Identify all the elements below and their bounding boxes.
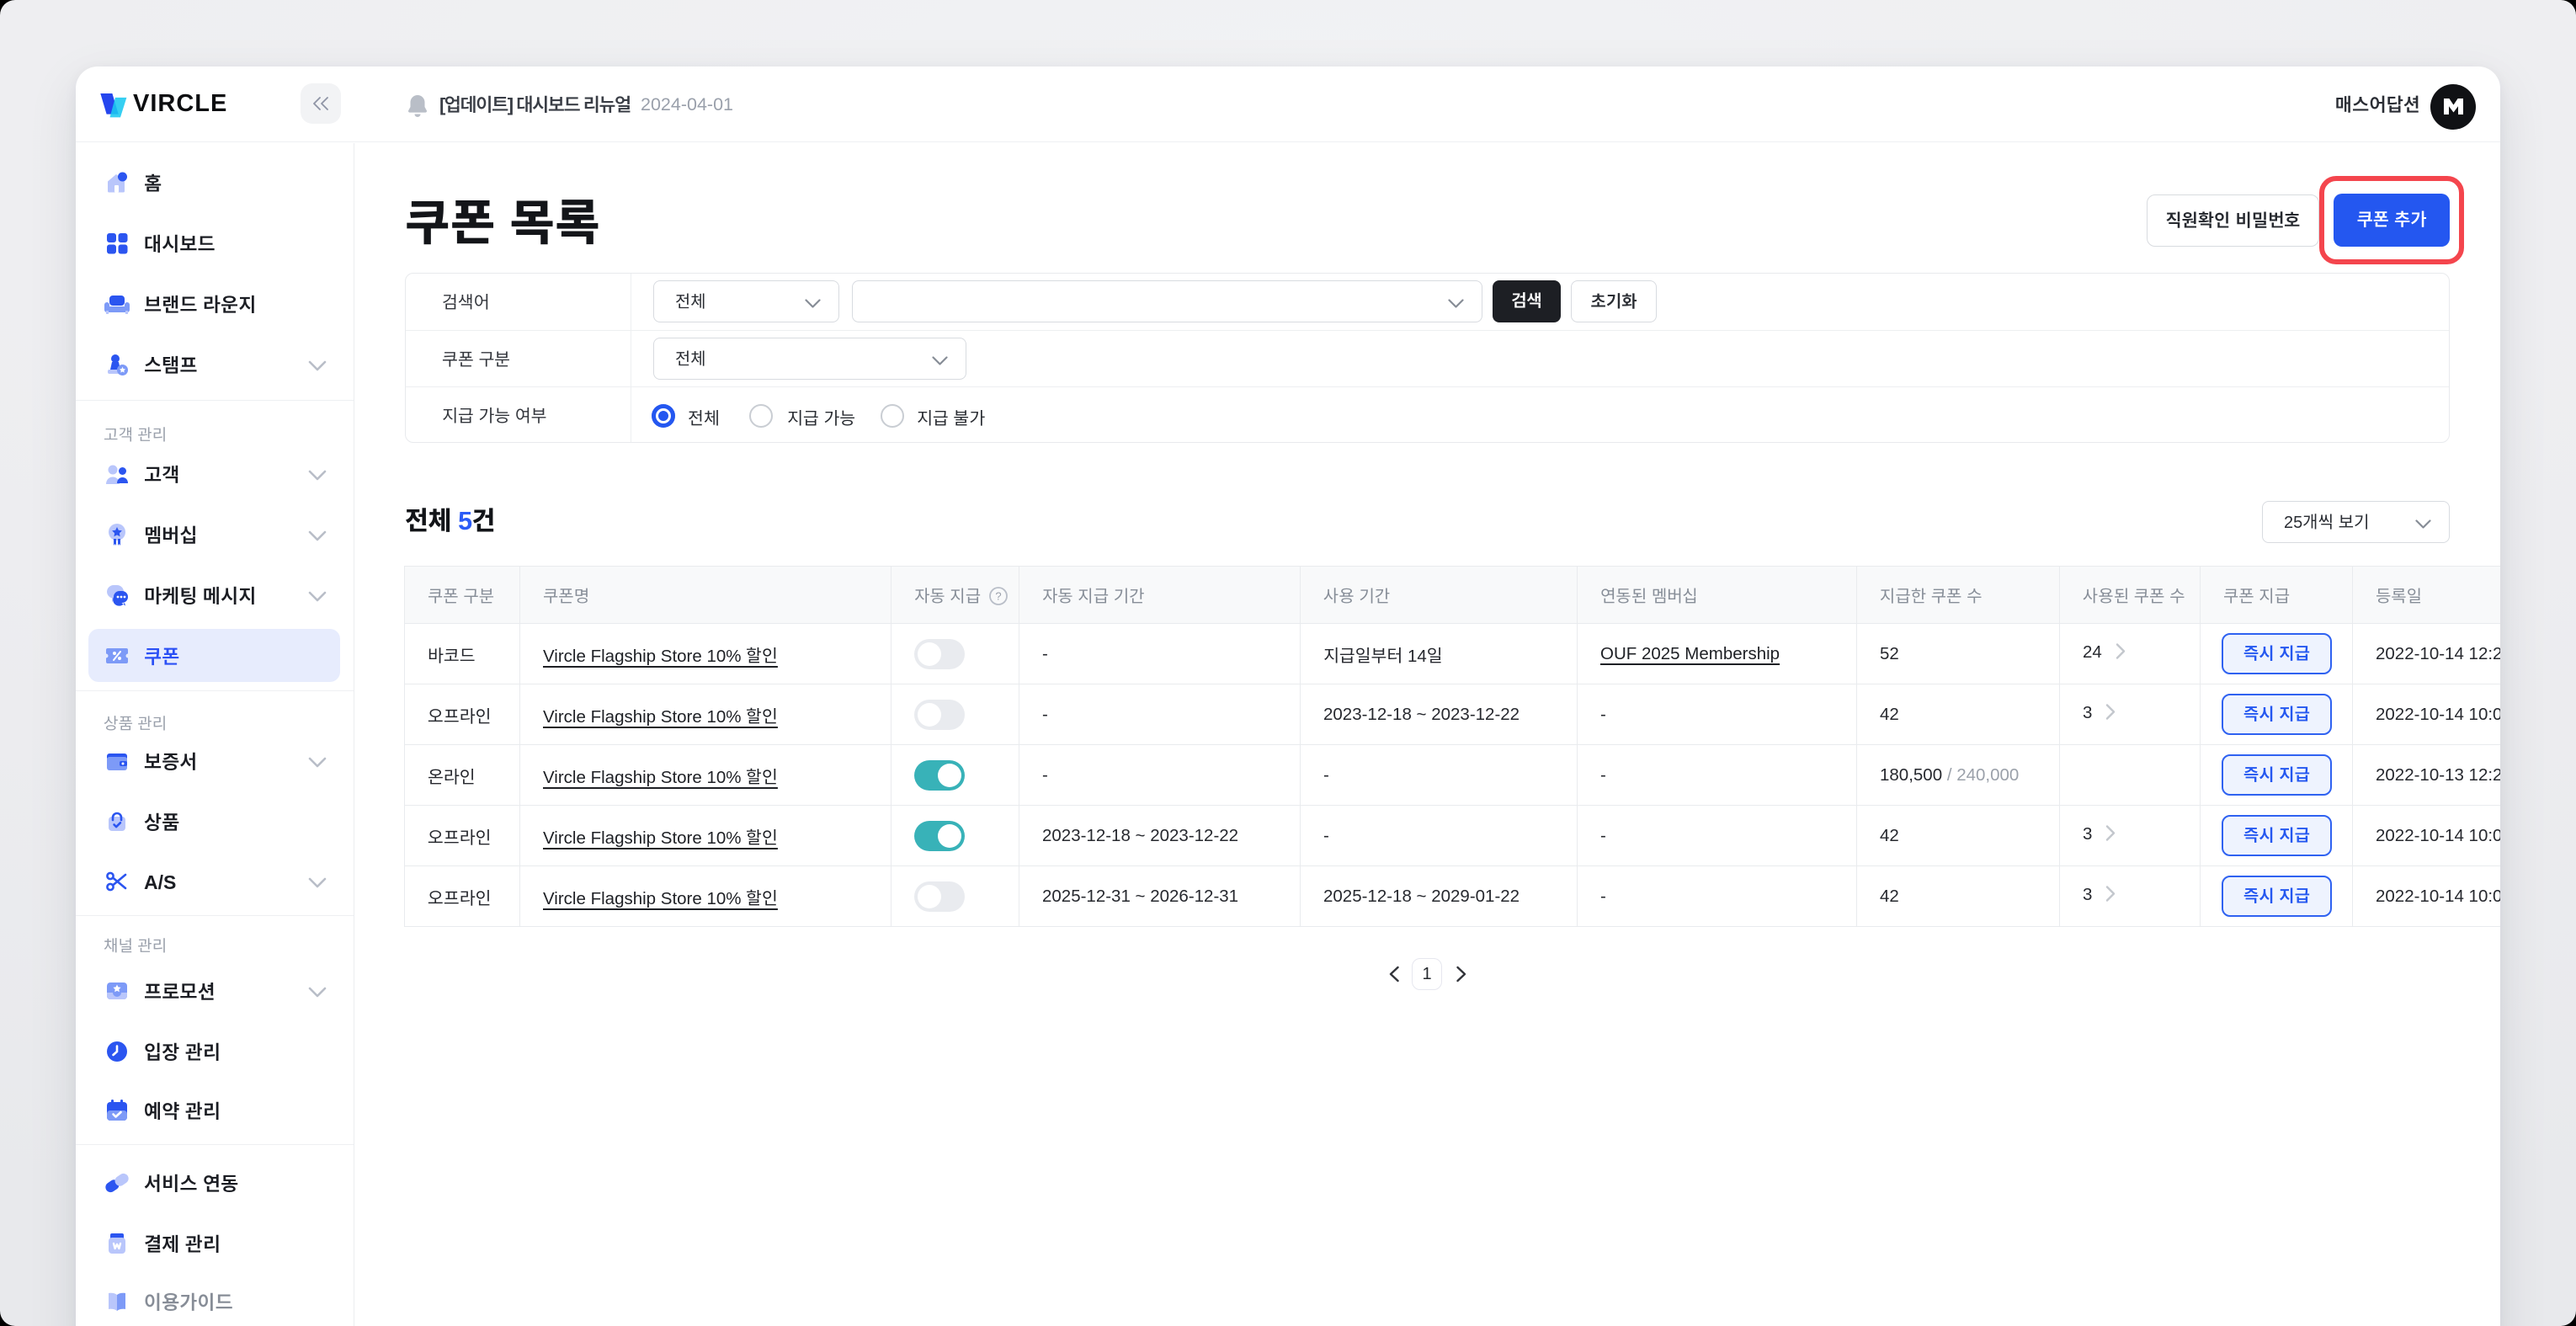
svg-text:?: ? bbox=[996, 590, 1002, 603]
